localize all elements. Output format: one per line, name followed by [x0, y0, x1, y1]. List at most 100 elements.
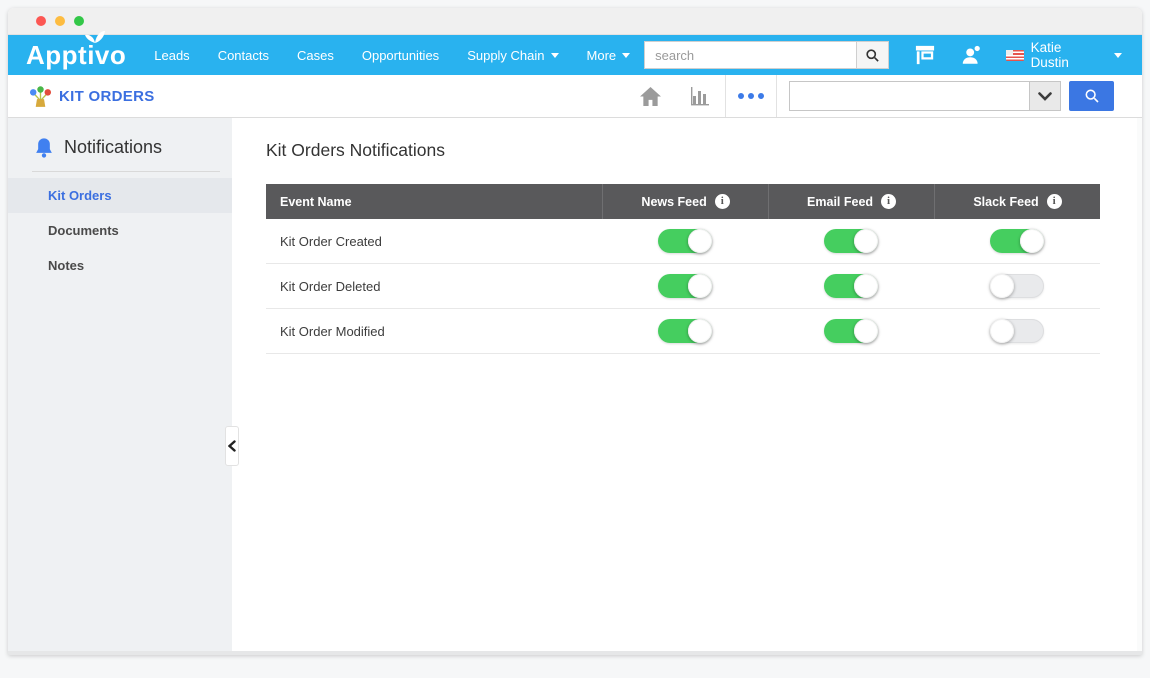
- home-button[interactable]: [625, 75, 675, 117]
- toolbar-actions: [625, 75, 1142, 117]
- chevron-down-icon: [1114, 52, 1122, 58]
- global-search-button[interactable]: [856, 41, 890, 69]
- search-scope-dropdown[interactable]: [1029, 81, 1061, 111]
- sidebar-item-notes[interactable]: Notes: [8, 248, 232, 283]
- info-icon[interactable]: i: [881, 194, 897, 209]
- nav-label: Opportunities: [361, 47, 440, 63]
- nav-label: Cases: [297, 47, 334, 63]
- window-minimize-button[interactable]: [55, 16, 65, 26]
- brand-text: Apptivo: [26, 39, 127, 70]
- chevron-down-icon: [622, 52, 631, 58]
- event-name: Kit Order Created: [280, 233, 382, 249]
- nav-item-cases[interactable]: Cases: [283, 48, 348, 63]
- news-feed-toggle[interactable]: [658, 274, 713, 298]
- sidebar-item-kit-orders[interactable]: Kit Orders: [8, 178, 232, 213]
- toggle-knob: [688, 229, 713, 253]
- toolbar-search: [789, 75, 1061, 117]
- nav-label: Supply Chain: [467, 47, 545, 63]
- bell-icon: [36, 138, 52, 158]
- nav-item-opportunities[interactable]: Opportunities: [348, 48, 453, 63]
- more-options-button[interactable]: [726, 75, 776, 117]
- storefront-icon: [916, 45, 935, 65]
- info-icon[interactable]: i: [1046, 194, 1062, 209]
- column-header-news-feed: News Feed i: [602, 184, 768, 219]
- nav-item-contacts[interactable]: Contacts: [204, 48, 283, 63]
- apptivo-logo[interactable]: Apptivo: [26, 30, 127, 71]
- nav-label: More: [586, 47, 617, 63]
- global-search-input[interactable]: [644, 41, 857, 69]
- toggle-knob: [990, 274, 1015, 298]
- window-close-button[interactable]: [36, 16, 46, 26]
- leaf-icon: [85, 30, 105, 43]
- app-window: Apptivo Leads Contacts Cases Opportuniti…: [8, 8, 1142, 655]
- nav-label: Contacts: [217, 47, 269, 63]
- sidebar-header: Notifications: [8, 118, 232, 171]
- notifications-table: Event Name News Feed i Email Feed i Slac…: [266, 184, 1100, 354]
- chevron-down-icon: [1038, 91, 1052, 101]
- sidebar-item-documents[interactable]: Documents: [8, 213, 232, 248]
- column-header-slack-feed: Slack Feed i: [934, 184, 1100, 219]
- page-title: Kit Orders Notifications: [266, 140, 445, 160]
- us-flag-icon: [1006, 49, 1024, 61]
- search-icon: [866, 48, 879, 62]
- app-body: Notifications Kit Orders Documents Notes…: [8, 118, 1142, 651]
- email-feed-toggle[interactable]: [824, 274, 879, 298]
- table-row: Kit Order Modified: [266, 309, 1100, 354]
- toggle-knob: [1020, 229, 1045, 253]
- email-feed-toggle[interactable]: [824, 319, 879, 343]
- column-header-event-name: Event Name: [280, 194, 352, 209]
- global-search: [644, 41, 890, 69]
- store-button[interactable]: [914, 45, 936, 65]
- main-menu: Leads Contacts Cases Opportunities Suppl…: [140, 48, 644, 63]
- slack-feed-toggle[interactable]: [990, 274, 1045, 298]
- toggle-knob: [688, 274, 713, 298]
- email-feed-toggle[interactable]: [824, 229, 879, 253]
- app-toolbar: KIT ORDERS: [8, 75, 1142, 118]
- user-name: Katie Dustin: [1030, 40, 1069, 70]
- toggle-knob: [854, 229, 879, 253]
- toggle-knob: [990, 319, 1015, 343]
- bar-chart-icon: [691, 87, 709, 106]
- nav-item-supply-chain[interactable]: Supply Chain: [453, 48, 572, 63]
- info-icon[interactable]: i: [714, 194, 730, 209]
- reports-button[interactable]: [675, 75, 725, 117]
- app-title: KIT ORDERS: [28, 84, 155, 109]
- slack-feed-toggle[interactable]: [990, 229, 1045, 253]
- chevron-left-icon: [228, 440, 236, 452]
- toggle-knob: [854, 274, 879, 298]
- sidebar-title: Notifications: [64, 137, 163, 157]
- nav-item-more[interactable]: More: [573, 48, 645, 63]
- column-header-email-feed: Email Feed i: [768, 184, 934, 219]
- toggle-knob: [854, 319, 879, 343]
- column-label: Email Feed: [807, 194, 874, 209]
- app-title-text: KIT ORDERS: [59, 87, 155, 105]
- window-zoom-button[interactable]: [74, 16, 84, 26]
- user-menu[interactable]: Katie Dustin: [1006, 40, 1122, 70]
- nav-item-leads[interactable]: Leads: [140, 48, 203, 63]
- toggle-knob: [688, 319, 713, 343]
- search-icon: [1085, 89, 1099, 103]
- top-navbar: Apptivo Leads Contacts Cases Opportuniti…: [8, 30, 1142, 75]
- event-name: Kit Order Deleted: [280, 278, 381, 294]
- toolbar-divider: [776, 75, 777, 117]
- more-apps-icon: [738, 93, 764, 99]
- chevron-down-icon: [550, 52, 559, 58]
- column-label: Slack Feed: [973, 194, 1039, 209]
- toolbar-search-button[interactable]: [1069, 81, 1114, 111]
- table-header: Event Name News Feed i Email Feed i Slac…: [266, 184, 1100, 219]
- person-icon: [962, 45, 980, 64]
- toolbar-search-input[interactable]: [789, 81, 1029, 111]
- window-titlebar: [8, 8, 1142, 35]
- kit-orders-app-icon: [29, 85, 52, 107]
- user-activity-button[interactable]: [961, 45, 982, 65]
- news-feed-toggle[interactable]: [658, 229, 713, 253]
- slack-feed-toggle[interactable]: [990, 319, 1045, 343]
- column-label: News Feed: [641, 194, 707, 209]
- sidebar-divider: [32, 171, 220, 172]
- table-row: Kit Order Deleted: [266, 264, 1100, 309]
- nav-label: Leads: [154, 47, 190, 63]
- table-row: Kit Order Created: [266, 219, 1100, 264]
- sidebar-collapse-handle[interactable]: [225, 426, 239, 466]
- main-content: Kit Orders Notifications Event Name News…: [225, 118, 1137, 651]
- news-feed-toggle[interactable]: [658, 319, 713, 343]
